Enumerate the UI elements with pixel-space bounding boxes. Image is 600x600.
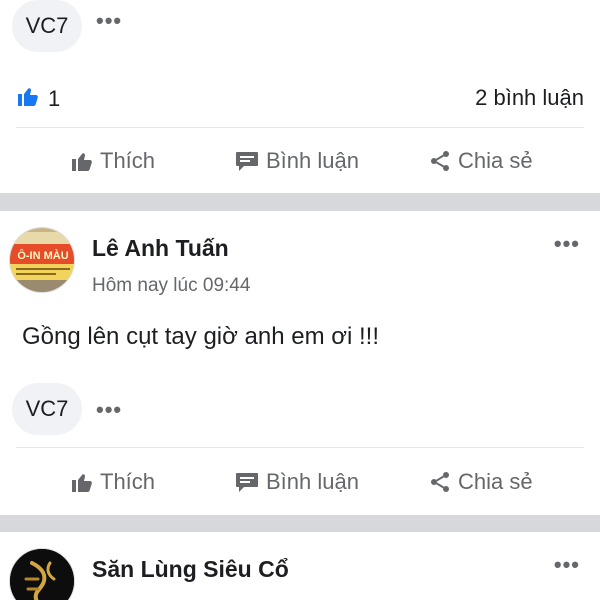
like-label: Thích	[100, 469, 156, 494]
post-separator	[0, 515, 600, 532]
like-button[interactable]: Thích	[70, 148, 155, 174]
author-avatar[interactable]: Ô-IN MÀU	[9, 227, 75, 293]
divider	[16, 127, 584, 128]
post-card: Ô-IN MÀU Lê Anh Tuấn Hôm nay lúc 09:44 •…	[0, 211, 600, 515]
like-count: 1	[48, 85, 61, 111]
like-reaction-icon	[16, 84, 40, 113]
share-label: Chia sẻ	[458, 469, 533, 494]
comment-icon	[234, 149, 260, 173]
avatar-sign-text: Ô-IN MÀU	[17, 249, 68, 262]
tag-chip[interactable]: VC7	[12, 383, 82, 435]
comment-label: Bình luận	[266, 148, 359, 173]
share-button[interactable]: Chia sẻ	[428, 148, 533, 174]
share-icon	[428, 149, 452, 173]
share-button[interactable]: Chia sẻ	[428, 469, 533, 495]
tag-chip[interactable]: VC7	[12, 0, 82, 52]
post-timestamp[interactable]: Hôm nay lúc 09:44	[92, 275, 250, 297]
post-separator	[0, 193, 600, 211]
divider	[16, 447, 584, 448]
reactions-summary[interactable]: 1	[16, 84, 60, 113]
share-icon	[428, 470, 452, 494]
author-name[interactable]: Lê Anh Tuấn	[92, 235, 229, 262]
like-label: Thích	[100, 148, 156, 173]
thumbs-up-icon	[70, 470, 94, 494]
post-card: Săn Lùng Siêu Cổ •••	[0, 532, 600, 600]
author-avatar[interactable]	[9, 548, 75, 600]
post-text: Gồng lên cụt tay giờ anh em ơi !!!	[22, 323, 379, 350]
more-options-icon[interactable]: •••	[554, 554, 580, 576]
comment-button[interactable]: Bình luận	[234, 469, 359, 495]
more-options-icon[interactable]: •••	[96, 10, 122, 32]
more-options-icon[interactable]: •••	[554, 233, 580, 255]
comment-count[interactable]: 2 bình luận	[475, 85, 584, 111]
more-options-icon[interactable]: •••	[96, 399, 122, 421]
author-name[interactable]: Săn Lùng Siêu Cổ	[92, 556, 289, 583]
share-label: Chia sẻ	[458, 148, 533, 173]
comment-label: Bình luận	[266, 469, 359, 494]
post-top: VC7 ••• 1 2 bình luận Thích Bình luận Ch…	[0, 0, 600, 193]
comment-icon	[234, 470, 260, 494]
comment-button[interactable]: Bình luận	[234, 148, 359, 174]
thumbs-up-icon	[70, 149, 94, 173]
like-button[interactable]: Thích	[70, 469, 155, 495]
